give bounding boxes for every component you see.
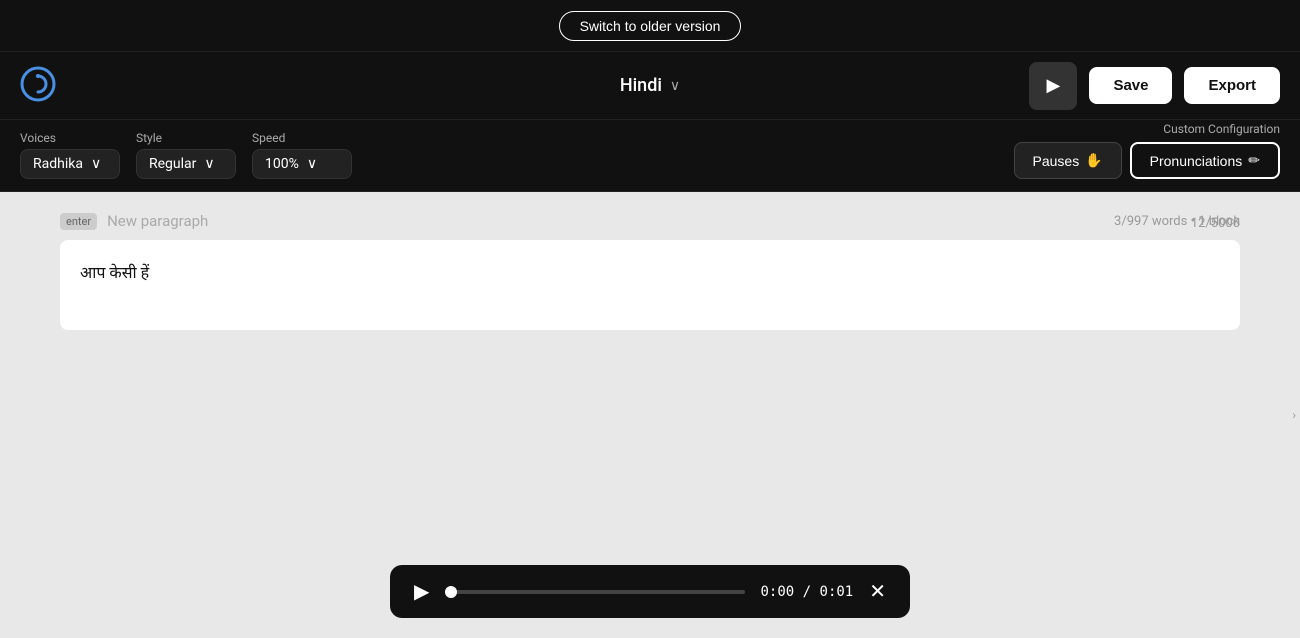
hand-icon: ✋ bbox=[1085, 152, 1102, 169]
speed-value: 100% bbox=[265, 156, 299, 172]
text-block-content[interactable]: आप केसी हें bbox=[80, 260, 1220, 286]
language-selector[interactable]: Hindi ∨ bbox=[620, 75, 680, 96]
pronunciations-label: Pronunciations bbox=[1150, 153, 1243, 169]
editor-area: enter New paragraph 3/997 words • 1 bloc… bbox=[0, 192, 1300, 330]
header-bar: Hindi ∨ ▶ Save Export bbox=[0, 52, 1300, 120]
pencil-icon: ✏ bbox=[1248, 152, 1260, 169]
audio-close-button[interactable]: ✕ bbox=[869, 582, 886, 602]
controls-bar: Voices Radhika ∨ Style Regular ∨ Speed 1… bbox=[0, 120, 1300, 192]
pauses-button[interactable]: Pauses ✋ bbox=[1014, 142, 1122, 179]
close-icon: ✕ bbox=[869, 581, 886, 603]
audio-play-icon: ▶ bbox=[414, 579, 429, 604]
scroll-indicator: › bbox=[1288, 404, 1300, 426]
new-paragraph-row: enter New paragraph bbox=[60, 212, 1240, 230]
style-control: Style Regular ∨ bbox=[136, 131, 236, 179]
export-button[interactable]: Export bbox=[1184, 67, 1280, 104]
voices-value: Radhika bbox=[33, 156, 83, 172]
top-banner: Switch to older version bbox=[0, 0, 1300, 52]
voices-chevron-icon: ∨ bbox=[91, 156, 101, 172]
enter-badge: enter bbox=[60, 213, 97, 230]
speed-chevron-icon: ∨ bbox=[307, 156, 317, 172]
style-value: Regular bbox=[149, 156, 196, 172]
speed-control: Speed 100% ∨ bbox=[252, 131, 352, 179]
speed-select[interactable]: 100% ∨ bbox=[252, 149, 352, 179]
style-label: Style bbox=[136, 131, 236, 145]
switch-version-button[interactable]: Switch to older version bbox=[559, 11, 742, 41]
play-button-header[interactable]: ▶ bbox=[1029, 62, 1077, 110]
play-triangle-icon: ▶ bbox=[1047, 75, 1061, 96]
progress-bar[interactable] bbox=[445, 590, 744, 594]
config-buttons: Pauses ✋ Pronunciations ✏ bbox=[1014, 142, 1281, 179]
style-select[interactable]: Regular ∨ bbox=[136, 149, 236, 179]
speed-label: Speed bbox=[252, 131, 352, 145]
pauses-label: Pauses bbox=[1033, 153, 1080, 169]
logo bbox=[20, 66, 56, 106]
time-separator: / bbox=[803, 584, 820, 600]
text-block[interactable]: 12/5000 आप केसी हें bbox=[60, 240, 1240, 330]
chevron-down-icon: ∨ bbox=[670, 78, 680, 94]
progress-thumb bbox=[445, 586, 457, 598]
voices-control: Voices Radhika ∨ bbox=[20, 131, 120, 179]
main-area: enter New paragraph 3/997 words • 1 bloc… bbox=[0, 192, 1300, 638]
voices-label: Voices bbox=[20, 131, 120, 145]
audio-player: ▶ 0:00 / 0:01 ✕ bbox=[390, 565, 910, 618]
custom-config-label: Custom Configuration bbox=[1163, 122, 1280, 136]
custom-config-section: Custom Configuration Pauses ✋ Pronunciat… bbox=[1014, 122, 1281, 179]
pronunciations-button[interactable]: Pronunciations ✏ bbox=[1130, 142, 1280, 179]
language-label: Hindi bbox=[620, 75, 662, 96]
voices-select[interactable]: Radhika ∨ bbox=[20, 149, 120, 179]
style-chevron-icon: ∨ bbox=[204, 156, 214, 172]
header-right: ▶ Save Export bbox=[1029, 62, 1280, 110]
time-display: 0:00 / 0:01 bbox=[761, 584, 854, 600]
time-total: 0:01 bbox=[820, 584, 854, 600]
save-button[interactable]: Save bbox=[1089, 67, 1172, 104]
char-count: 12/5000 bbox=[1191, 216, 1240, 231]
audio-play-button[interactable]: ▶ bbox=[414, 579, 429, 604]
time-current: 0:00 bbox=[761, 584, 795, 600]
new-paragraph-placeholder[interactable]: New paragraph bbox=[107, 212, 208, 230]
